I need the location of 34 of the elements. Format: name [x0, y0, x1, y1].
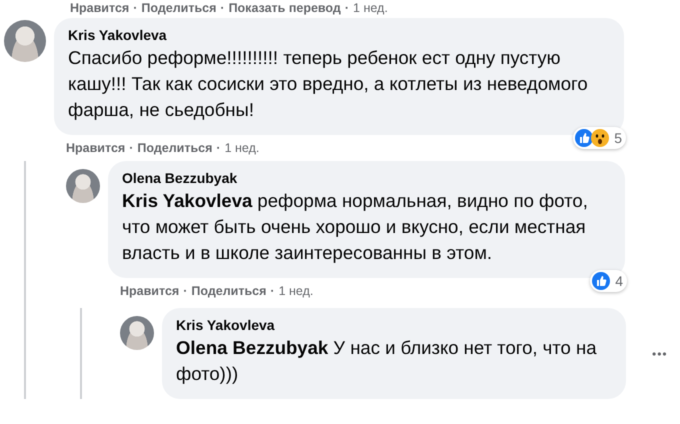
- reaction-count: 5: [614, 130, 622, 146]
- like-link[interactable]: Нравится: [120, 284, 180, 298]
- author-name[interactable]: Olena Bezzubyak: [122, 170, 238, 186]
- share-link[interactable]: Поделиться: [191, 284, 266, 298]
- separator-dot: ·: [129, 141, 134, 155]
- separator-dot: ·: [344, 1, 350, 15]
- author-name[interactable]: Kris Yakovleva: [68, 27, 167, 43]
- thumbs-up-icon: [575, 129, 594, 147]
- reaction-badge[interactable]: 5: [573, 127, 626, 149]
- comment-text: Olena Bezzubyak У нас и близко нет того, что на фото))): [176, 336, 598, 386]
- avatar[interactable]: [4, 20, 46, 62]
- separator-dot: ·: [133, 1, 138, 15]
- more-options-button[interactable]: •••: [648, 342, 672, 364]
- comment-text: Спасибо реформе!!!!!!!!!! теперь ребенок ест одну пустую кашу!!! Так как сосиски это вредно, а котлеты из неведомого фарша, не сьедобны!: [68, 46, 589, 122]
- separator-dot: ·: [183, 284, 188, 298]
- like-link[interactable]: Нравится: [70, 1, 130, 15]
- reaction-count: 4: [615, 273, 623, 289]
- comment-time[interactable]: 1 нед.: [224, 141, 260, 155]
- avatar[interactable]: [120, 316, 154, 350]
- separator-dot: ·: [216, 141, 221, 155]
- reaction-badge[interactable]: 4: [590, 270, 627, 292]
- comment-time[interactable]: 1 нед.: [353, 1, 388, 15]
- share-link[interactable]: Поделиться: [137, 141, 212, 155]
- thumbs-up-icon: [592, 272, 610, 290]
- like-link[interactable]: Нравится: [66, 141, 126, 155]
- surprised-face-icon: [591, 129, 610, 147]
- separator-dot: ·: [220, 1, 225, 15]
- translate-link[interactable]: Показать перевод: [228, 1, 341, 15]
- avatar[interactable]: [66, 169, 100, 203]
- comment-text: Kris Yakovleva реформа нормальная, видно по фото, что может быть очень хорошо и вкусно, если местная власть и в школе заинтересованны в этом.: [122, 189, 589, 265]
- separator-dot: ·: [270, 284, 275, 298]
- author-name[interactable]: Kris Yakovleva: [176, 317, 275, 333]
- comment-time[interactable]: 1 нед.: [278, 284, 314, 298]
- share-link[interactable]: Поделиться: [141, 1, 216, 15]
